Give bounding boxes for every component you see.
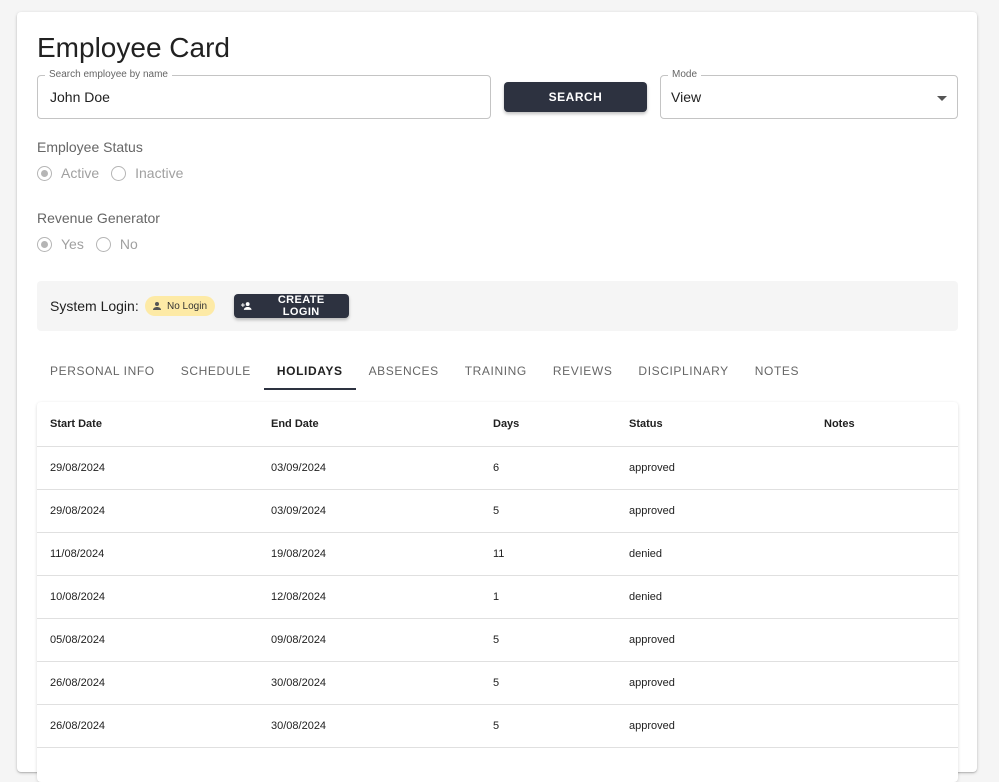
- cell-end-date: 19/08/2024: [258, 532, 480, 576]
- cell-start-date: 29/08/2024: [37, 489, 258, 533]
- revenue-generator-label: Revenue Generator: [37, 210, 160, 226]
- revenue-option-yes: Yes: [61, 236, 84, 252]
- system-login-bar: System Login: No Login CREATE LOGIN: [37, 281, 958, 331]
- cell-start-date: 26/08/2024: [37, 704, 258, 748]
- mode-select[interactable]: Mode View: [660, 69, 958, 119]
- tab-absences[interactable]: ABSENCES: [356, 353, 452, 389]
- cell-notes: [811, 704, 958, 748]
- cell-notes: [811, 532, 958, 576]
- status-radio-active[interactable]: Active: [37, 165, 99, 181]
- cell-end-date: 03/09/2024: [258, 446, 480, 490]
- employee-tabs: PERSONAL INFO SCHEDULE HOLIDAYS ABSENCES…: [37, 353, 812, 390]
- cell-status: denied: [616, 575, 811, 619]
- mode-value: View: [671, 89, 702, 105]
- search-employee-field[interactable]: Search employee by name: [37, 69, 491, 119]
- search-input[interactable]: [48, 76, 480, 118]
- cell-status: approved: [616, 446, 811, 490]
- cell-start-date: 29/08/2024: [37, 446, 258, 490]
- mode-label: Mode: [668, 69, 702, 81]
- column-header-days[interactable]: Days: [480, 402, 616, 447]
- cell-status: approved: [616, 618, 811, 662]
- no-login-chip: No Login: [145, 296, 216, 316]
- cell-end-date: 09/08/2024: [258, 618, 480, 662]
- cell-notes: [811, 575, 958, 619]
- tab-reviews[interactable]: REVIEWS: [540, 353, 626, 389]
- cell-days: 5: [480, 618, 616, 662]
- revenue-option-no: No: [119, 236, 138, 252]
- column-header-notes[interactable]: Notes: [811, 402, 958, 447]
- table-row[interactable]: 26/08/2024 30/08/2024 5 approved: [37, 661, 958, 705]
- revenue-generator-radio-group: Yes No: [37, 236, 150, 252]
- column-header-start-date[interactable]: Start Date: [37, 402, 258, 447]
- tab-training[interactable]: TRAINING: [452, 353, 540, 389]
- tab-schedule[interactable]: SCHEDULE: [168, 353, 264, 389]
- status-option-active: Active: [61, 165, 100, 181]
- radio-checked-icon[interactable]: [37, 236, 52, 252]
- revenue-radio-yes[interactable]: Yes: [37, 236, 84, 252]
- cell-end-date: 30/08/2024: [258, 704, 480, 748]
- page-title: Employee Card: [37, 32, 230, 63]
- table-row[interactable]: 29/08/2024 03/09/2024 6 approved: [37, 446, 958, 490]
- cell-start-date: 10/08/2024: [37, 575, 258, 619]
- revenue-radio-no[interactable]: No: [95, 236, 138, 252]
- cell-status: approved: [616, 704, 811, 748]
- dropdown-caret-icon[interactable]: [937, 96, 947, 101]
- cell-end-date: 03/09/2024: [258, 489, 480, 533]
- tab-personal-info[interactable]: PERSONAL INFO: [37, 353, 168, 389]
- tab-disciplinary[interactable]: DISCIPLINARY: [625, 353, 741, 389]
- cell-notes: [811, 661, 958, 705]
- cell-status: approved: [616, 489, 811, 533]
- employee-card-panel: Employee Card Search employee by name SE…: [17, 12, 977, 782]
- holidays-table-container: Start Date End Date Days Status Notes 29…: [37, 402, 958, 782]
- cell-start-date: 05/08/2024: [37, 618, 258, 662]
- column-header-end-date[interactable]: End Date: [258, 402, 480, 447]
- create-login-button[interactable]: CREATE LOGIN: [234, 294, 349, 318]
- cell-notes: [811, 489, 958, 533]
- status-option-inactive: Inactive: [135, 165, 184, 181]
- table-header-row: Start Date End Date Days Status Notes: [37, 402, 958, 447]
- cell-start-date: 11/08/2024: [37, 532, 258, 576]
- tab-notes[interactable]: NOTES: [742, 353, 812, 389]
- radio-unchecked-icon[interactable]: [95, 236, 111, 252]
- holidays-table: Start Date End Date Days Status Notes 29…: [37, 402, 958, 748]
- column-header-status[interactable]: Status: [616, 402, 811, 447]
- cell-status: denied: [616, 532, 811, 576]
- cell-start-date: 26/08/2024: [37, 661, 258, 705]
- chip-label: No Login: [167, 300, 208, 312]
- cell-end-date: 30/08/2024: [258, 661, 480, 705]
- table-row[interactable]: 29/08/2024 03/09/2024 5 approved: [37, 489, 958, 533]
- cell-end-date: 12/08/2024: [258, 575, 480, 619]
- table-row[interactable]: 11/08/2024 19/08/2024 11 denied: [37, 532, 958, 576]
- system-login-label: System Login:: [50, 298, 139, 314]
- employee-status-radio-group: Active Inactive: [37, 165, 195, 181]
- employee-status-label: Employee Status: [37, 139, 143, 155]
- cell-days: 1: [480, 575, 616, 619]
- cell-days: 6: [480, 446, 616, 490]
- cell-days: 11: [480, 532, 616, 576]
- cell-status: approved: [616, 661, 811, 705]
- status-radio-inactive[interactable]: Inactive: [111, 165, 183, 181]
- table-row[interactable]: 26/08/2024 30/08/2024 5 approved: [37, 704, 958, 748]
- create-login-label: CREATE LOGIN: [277, 294, 325, 318]
- person-add-icon: [240, 302, 252, 310]
- cell-days: 5: [480, 704, 616, 748]
- radio-checked-icon[interactable]: [37, 165, 52, 181]
- radio-unchecked-icon[interactable]: [111, 165, 127, 181]
- cell-days: 5: [480, 489, 616, 533]
- table-row[interactable]: 10/08/2024 12/08/2024 1 denied: [37, 575, 958, 619]
- tab-holidays[interactable]: HOLIDAYS: [263, 353, 356, 390]
- cell-notes: [811, 618, 958, 662]
- person-icon: [153, 302, 161, 310]
- cell-days: 5: [480, 661, 616, 705]
- table-row[interactable]: 05/08/2024 09/08/2024 5 approved: [37, 618, 958, 662]
- cell-notes: [811, 446, 958, 490]
- search-button[interactable]: SEARCH: [504, 82, 647, 112]
